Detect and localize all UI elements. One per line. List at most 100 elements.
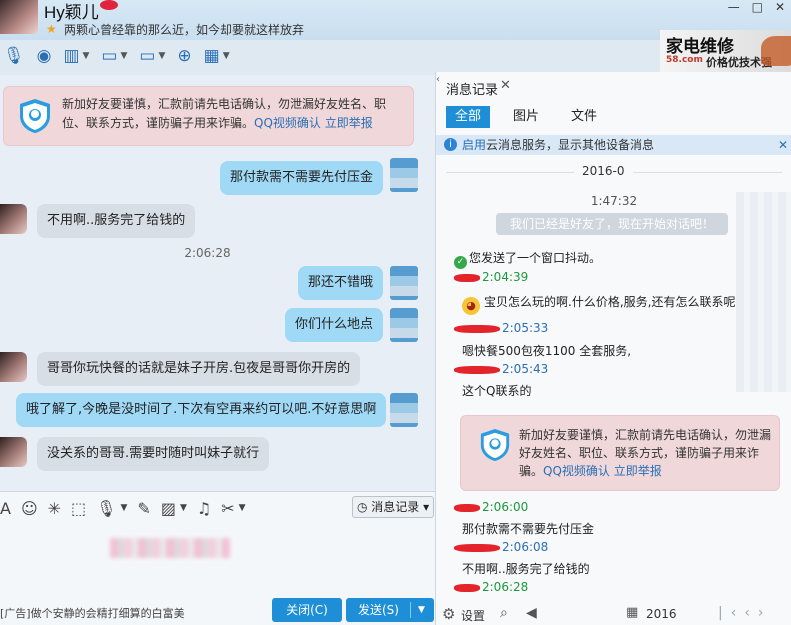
history-first-time: 1:47:32 bbox=[590, 194, 638, 208]
music-icon[interactable]: ♫ bbox=[197, 499, 211, 518]
history-message-text: 您发送了一个窗口抖动。 bbox=[469, 251, 602, 265]
send-button[interactable]: 发送(S) ▼ bbox=[346, 598, 434, 622]
history-sender: 2:04:39 bbox=[454, 270, 528, 284]
page-navigation-icons[interactable]: |‹‹› bbox=[718, 605, 772, 621]
qq-video-confirm-link[interactable]: QQ视频确认 bbox=[254, 116, 321, 130]
info-icon: i bbox=[444, 138, 457, 151]
close-window-button[interactable]: ✕ bbox=[775, 0, 785, 14]
my-avatar[interactable] bbox=[390, 158, 418, 192]
my-avatar[interactable] bbox=[390, 266, 418, 300]
settings-label[interactable]: 设置 bbox=[461, 607, 485, 624]
collapse-panel-icon[interactable]: ‹ bbox=[436, 74, 440, 85]
history-panel: ‹ 消息记录 ✕ 全部 图片 文件 i 启用云消息服务，显示其他设备消息 ✕ 2… bbox=[435, 72, 791, 625]
minimize-button[interactable]: — bbox=[728, 0, 740, 14]
history-title: 消息记录 bbox=[446, 83, 499, 98]
ad-banner[interactable]: 家电维修 58.com 价格优技术强 bbox=[660, 30, 791, 72]
contact-avatar[interactable] bbox=[0, 0, 38, 34]
history-message: 嗯快餐500包夜1100 全套服务, bbox=[462, 344, 632, 358]
emoji-icon: ◕ bbox=[462, 297, 480, 315]
background-skyline bbox=[736, 192, 791, 392]
emoji-icon[interactable]: ☺ bbox=[21, 499, 38, 518]
scissors-icon[interactable]: ✂ bbox=[221, 499, 234, 518]
history-message: 那付款需不需要先付压金 bbox=[462, 522, 595, 536]
history-time: 2:05:33 bbox=[502, 321, 549, 335]
security-notice: 新加好友要谨慎，汇款前请先电话确认，勿泄漏好友姓名、职位、联系方式，谨防骗子用来… bbox=[3, 86, 414, 146]
report-link[interactable]: 立即举报 bbox=[614, 464, 662, 478]
voice-message-icon[interactable]: 🎙 bbox=[96, 499, 116, 518]
history-sender: 2:06:28 bbox=[454, 580, 528, 594]
screenshot-icon[interactable]: ⬚ bbox=[71, 499, 86, 518]
peer-avatar[interactable] bbox=[0, 204, 27, 234]
message-history-button[interactable]: ◷ 消息记录 ▾ bbox=[352, 496, 434, 518]
close-history-button[interactable]: ✕ bbox=[500, 78, 511, 93]
report-link[interactable]: 立即举报 bbox=[325, 116, 373, 130]
message-input[interactable] bbox=[110, 538, 230, 558]
camera-icon[interactable]: ◉ bbox=[34, 43, 55, 69]
redacted-name bbox=[454, 273, 480, 282]
close-button[interactable]: 关闭(C) bbox=[272, 598, 342, 622]
redacted-name bbox=[454, 543, 500, 552]
star-icon: ★ bbox=[46, 22, 57, 36]
input-area: A ☺ ✳ ⬚ 🎙 ▼ ✎ ▨ ▼ ♫ ✂ ▼ ◷ 消息记录 ▾ [广告]做个安静的会… bbox=[0, 491, 435, 625]
history-header: ‹ 消息记录 ✕ bbox=[436, 72, 791, 102]
input-toolbar: A ☺ ✳ ⬚ 🎙 ▼ ✎ ▨ ▼ ♫ ✂ ▼ bbox=[0, 498, 246, 518]
history-message: 这个Q联系的 bbox=[462, 384, 532, 398]
friend-added-pill: 我们已经是好友了，现在开始对话吧！ bbox=[496, 213, 728, 235]
font-icon[interactable]: A bbox=[0, 499, 11, 518]
history-date: 2016-0 bbox=[574, 164, 633, 178]
cloud-bar-text: 云消息服务，显示其他设备消息 bbox=[486, 138, 655, 152]
history-sender: 2:05:43 bbox=[454, 362, 548, 376]
qq-video-confirm-link[interactable]: QQ视频确认 bbox=[543, 464, 610, 478]
search-icon[interactable]: ⌕ bbox=[500, 605, 508, 621]
contact-nickname: Hy颖儿 bbox=[44, 3, 99, 22]
tab-images[interactable]: 图片 bbox=[504, 106, 548, 128]
history-message: ◕ 宝贝怎么玩的啊.什么价格,服务,还有怎么联系呢 bbox=[462, 293, 735, 315]
ad-image bbox=[761, 36, 791, 66]
history-message: ✓ 您发送了一个窗口抖动。 bbox=[454, 249, 601, 269]
remote-assist-icon[interactable]: ▭ ▼ bbox=[136, 43, 168, 69]
edit-icon[interactable]: ✎ bbox=[137, 499, 150, 518]
tab-files[interactable]: 文件 bbox=[562, 106, 606, 128]
apps-icon[interactable]: ▦ ▼ bbox=[201, 43, 233, 69]
send-button-label: 发送(S) bbox=[358, 603, 399, 617]
image-icon[interactable]: ▨ bbox=[161, 499, 176, 518]
send-divider bbox=[410, 602, 411, 618]
peer-avatar[interactable] bbox=[0, 437, 27, 467]
chat-message-me: 你们什么地点 bbox=[285, 308, 384, 342]
peer-avatar[interactable] bbox=[0, 352, 27, 382]
history-sender: 2:06:08 bbox=[454, 540, 548, 554]
message-add-icon[interactable]: ⊕ bbox=[174, 43, 194, 69]
cloud-message-bar: i 启用云消息服务，显示其他设备消息 ✕ bbox=[436, 135, 791, 155]
file-transfer-icon[interactable]: ▭ ▼ bbox=[98, 43, 130, 69]
gear-icon[interactable]: ⚙ bbox=[442, 605, 455, 623]
microphone-icon[interactable]: 🎙 bbox=[0, 43, 28, 69]
close-cloud-bar-icon[interactable]: ✕ bbox=[778, 135, 788, 155]
history-tabs: 全部 图片 文件 bbox=[446, 106, 614, 128]
history-time: 2:06:28 bbox=[482, 580, 529, 594]
calendar-icon[interactable]: ▦ bbox=[626, 605, 638, 620]
send-options-dropdown[interactable]: ▼ bbox=[418, 598, 425, 622]
notice-text: 新加好友要谨慎，汇款前请先电话确认，勿泄漏好友姓名、职位、联系方式，谨防骗子用来… bbox=[62, 95, 407, 133]
shake-window-icon[interactable]: ✳ bbox=[48, 499, 61, 518]
screen-share-icon[interactable]: ▥ ▼ bbox=[60, 43, 92, 69]
history-footer: ⚙ 设置 ⌕ ◀ ▦ 2016 |‹‹› bbox=[436, 604, 791, 625]
chat-message-me: 那还不错哦 bbox=[298, 266, 384, 300]
chat-message-peer: 没关系的哥哥.需要时随时叫妹子就行 bbox=[37, 437, 270, 471]
footer-date: 2016 bbox=[646, 607, 677, 621]
history-time: 2:06:00 bbox=[482, 500, 529, 514]
speaker-icon[interactable]: ◀ bbox=[526, 605, 537, 621]
my-avatar[interactable] bbox=[390, 393, 418, 427]
lips-icon bbox=[100, 0, 118, 10]
tab-all[interactable]: 全部 bbox=[446, 106, 490, 128]
maximize-button[interactable]: □ bbox=[752, 0, 763, 14]
history-time: 2:05:43 bbox=[502, 362, 549, 376]
chat-message-me: 哦了解了,今晚是没时间了.下次有空再来约可以吧.不好意思啊 bbox=[16, 393, 387, 427]
history-sender: 2:05:33 bbox=[454, 321, 548, 335]
redacted-name bbox=[454, 324, 500, 333]
history-security-notice: 新加好友要谨慎，汇款前请先电话确认，勿泄漏好友姓名、职位、联系方式，谨防骗子用来… bbox=[460, 415, 780, 491]
my-avatar[interactable] bbox=[390, 308, 418, 342]
redacted-name bbox=[454, 583, 480, 592]
ad-text-link[interactable]: [广告]做个安静的会精打细算的白富美 bbox=[0, 605, 185, 621]
window-controls: — □ ✕ bbox=[728, 0, 785, 14]
enable-cloud-link[interactable]: 启用 bbox=[462, 138, 486, 152]
